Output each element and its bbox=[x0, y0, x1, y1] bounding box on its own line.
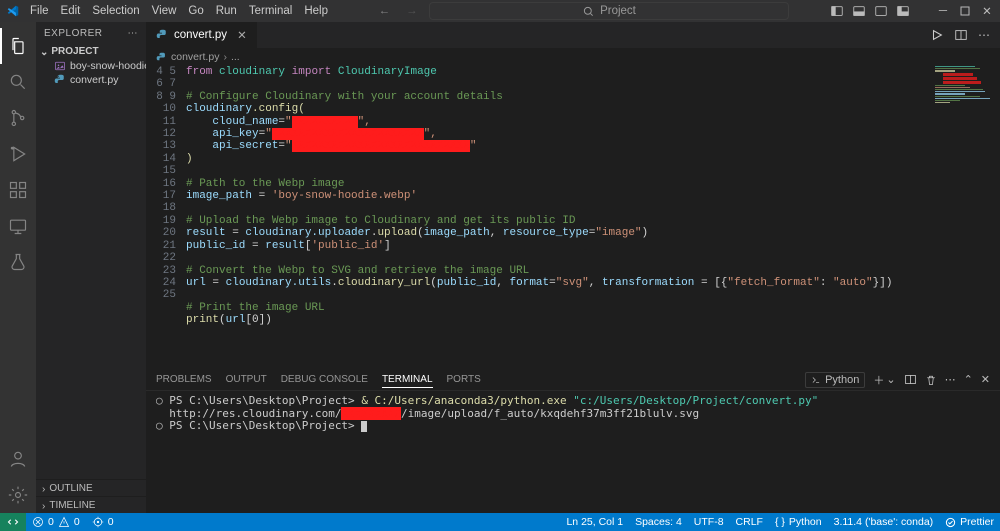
nav-fwd-icon[interactable]: → bbox=[402, 5, 422, 17]
file-tree-item[interactable]: boy-snow-hoodie.webp bbox=[42, 59, 146, 73]
terminal-maximize-icon[interactable]: ⌃ bbox=[964, 373, 973, 386]
panel-tab-output[interactable]: OUTPUT bbox=[226, 374, 267, 385]
minimap[interactable] bbox=[935, 66, 990, 126]
menu-go[interactable]: Go bbox=[182, 5, 209, 17]
tab-more-icon[interactable]: ⋯ bbox=[978, 28, 990, 42]
status-problems[interactable]: 0 0 bbox=[26, 516, 86, 528]
panel-tab-terminal[interactable]: TERMINAL bbox=[382, 374, 433, 388]
menubar: File Edit Selection View Go Run Terminal… bbox=[0, 0, 1000, 22]
status-spaces[interactable]: Spaces: 4 bbox=[629, 516, 688, 528]
editor-scrollbar[interactable] bbox=[990, 66, 1000, 368]
activity-debug-icon[interactable] bbox=[0, 136, 36, 172]
panel-tab-problems[interactable]: PROBLEMS bbox=[156, 374, 212, 385]
menu-selection[interactable]: Selection bbox=[86, 5, 145, 17]
code-content[interactable]: from cloudinary import CloudinaryImage #… bbox=[186, 66, 1000, 368]
status-language[interactable]: { } Python bbox=[769, 516, 828, 528]
activity-bar bbox=[0, 22, 36, 513]
sidebar: EXPLORER ⋯ ⌄ PROJECT boy-snow-hoodie.web… bbox=[36, 22, 146, 513]
sidebar-title: EXPLORER bbox=[44, 28, 102, 39]
activity-search-icon[interactable] bbox=[0, 64, 36, 100]
layout-panel-icon[interactable] bbox=[852, 4, 866, 18]
terminal-cursor bbox=[361, 421, 367, 432]
panel: PROBLEMS OUTPUT DEBUG CONSOLE TERMINAL P… bbox=[146, 368, 1000, 513]
status-bar: 0 0 0 Ln 25, Col 1 Spaces: 4 UTF-8 CRLF … bbox=[0, 513, 1000, 531]
sidebar-timeline-section[interactable]: ›TIMELINE bbox=[36, 496, 146, 513]
python-file-icon bbox=[156, 29, 168, 41]
nav-back-icon[interactable]: ← bbox=[374, 5, 394, 17]
editor-group: convert.py ✕ ⋯ convert.py › ... bbox=[146, 22, 1000, 513]
tab-bar: convert.py ✕ ⋯ bbox=[146, 22, 1000, 48]
status-lncol[interactable]: Ln 25, Col 1 bbox=[560, 516, 629, 528]
close-tab-icon[interactable]: ✕ bbox=[237, 28, 247, 42]
sidebar-project-header[interactable]: ⌄ PROJECT bbox=[36, 44, 146, 59]
sidebar-outline-section[interactable]: ›OUTLINE bbox=[36, 479, 146, 496]
menu-run[interactable]: Run bbox=[210, 5, 243, 17]
status-ports[interactable]: 0 bbox=[86, 516, 120, 528]
menu-help[interactable]: Help bbox=[298, 5, 334, 17]
terminal-split-icon[interactable] bbox=[904, 373, 917, 386]
split-editor-icon[interactable] bbox=[954, 28, 968, 42]
chevron-right-icon: › bbox=[223, 51, 227, 63]
command-center[interactable]: Project bbox=[429, 2, 789, 20]
menu-view[interactable]: View bbox=[146, 5, 183, 17]
panel-tab-ports[interactable]: PORTS bbox=[447, 374, 481, 385]
layout-sidebar-left-icon[interactable] bbox=[830, 4, 844, 18]
file-tree-item[interactable]: convert.py bbox=[42, 73, 146, 87]
window-minimize-icon[interactable]: ─ bbox=[936, 4, 950, 18]
app-icon bbox=[6, 4, 24, 18]
window-maximize-icon[interactable] bbox=[958, 4, 972, 18]
search-icon bbox=[583, 6, 594, 17]
activity-settings-icon[interactable] bbox=[0, 477, 36, 513]
chevron-down-icon: ⌄ bbox=[40, 47, 48, 58]
line-numbers: 4 5 6 7 8 9 10 11 12 13 14 15 16 17 18 1… bbox=[146, 66, 186, 368]
chevron-right-icon: › bbox=[42, 501, 45, 512]
terminal-trash-icon[interactable] bbox=[925, 374, 937, 386]
python-file-icon bbox=[156, 52, 167, 63]
terminal-close-icon[interactable]: ✕ bbox=[981, 373, 990, 386]
menu-edit[interactable]: Edit bbox=[55, 5, 87, 17]
menu-terminal[interactable]: Terminal bbox=[243, 5, 298, 17]
status-interpreter[interactable]: 3.11.4 ('base': conda) bbox=[828, 516, 940, 528]
activity-remote-icon[interactable] bbox=[0, 208, 36, 244]
activity-account-icon[interactable] bbox=[0, 441, 36, 477]
layout-sidebar-right-icon[interactable] bbox=[874, 4, 888, 18]
run-file-icon[interactable] bbox=[930, 28, 944, 42]
image-file-icon bbox=[54, 60, 66, 72]
activity-scm-icon[interactable] bbox=[0, 100, 36, 136]
status-remote-icon[interactable] bbox=[0, 513, 26, 531]
status-encoding[interactable]: UTF-8 bbox=[688, 516, 730, 528]
terminal[interactable]: ◯ PS C:\Users\Desktop\Project> & C:/User… bbox=[146, 391, 1000, 513]
chevron-right-icon: › bbox=[42, 484, 45, 495]
python-file-icon bbox=[54, 74, 66, 86]
menu-file[interactable]: File bbox=[24, 5, 55, 17]
terminal-more-icon[interactable]: ⋯ bbox=[945, 373, 956, 386]
layout-customize-icon[interactable] bbox=[896, 4, 910, 18]
code-editor[interactable]: 4 5 6 7 8 9 10 11 12 13 14 15 16 17 18 1… bbox=[146, 66, 1000, 368]
terminal-shell-select[interactable]: Python bbox=[805, 372, 865, 388]
panel-tab-debug[interactable]: DEBUG CONSOLE bbox=[281, 374, 368, 385]
activity-extensions-icon[interactable] bbox=[0, 172, 36, 208]
terminal-dropdown-icon[interactable]: ⌄ bbox=[886, 373, 895, 386]
status-prettier[interactable]: Prettier bbox=[939, 516, 1000, 528]
activity-testing-icon[interactable] bbox=[0, 244, 36, 280]
activity-explorer-icon[interactable] bbox=[0, 28, 36, 64]
status-eol[interactable]: CRLF bbox=[730, 516, 769, 528]
command-center-text: Project bbox=[600, 5, 636, 17]
breadcrumb[interactable]: convert.py › ... bbox=[146, 48, 1000, 66]
editor-tab[interactable]: convert.py ✕ bbox=[146, 22, 258, 48]
window-close-icon[interactable]: ✕ bbox=[980, 4, 994, 18]
terminal-new-icon[interactable]: ＋ bbox=[873, 372, 884, 388]
sidebar-more-icon[interactable]: ⋯ bbox=[128, 28, 139, 39]
